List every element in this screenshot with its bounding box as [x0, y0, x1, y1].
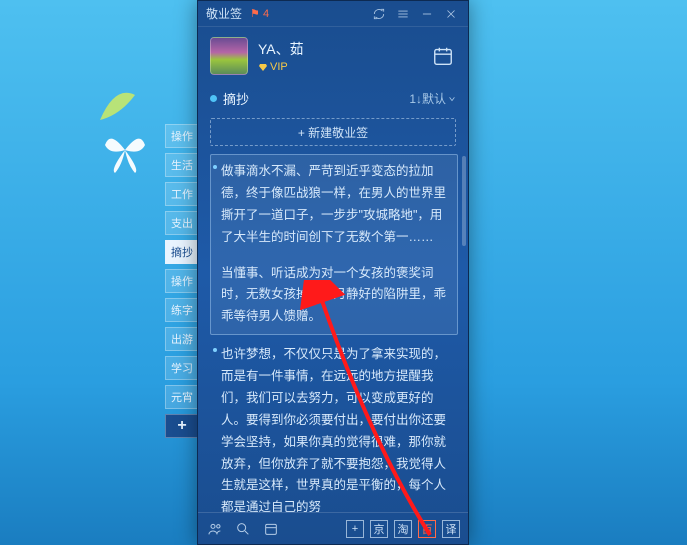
notification-flag[interactable]: ⚑ 4 [250, 7, 269, 20]
category-dot [210, 95, 217, 102]
sort-selector[interactable]: 1↓默认 [409, 90, 456, 107]
user-row: YA、茹 VIP [198, 27, 468, 83]
diamond-icon [258, 62, 268, 72]
shortcut-add[interactable]: + [346, 520, 364, 538]
shortcut-translate[interactable]: 译 [442, 520, 460, 538]
minimize-icon[interactable] [418, 5, 436, 23]
bullet-icon [213, 165, 217, 169]
note-item[interactable]: 也许梦想，不仅仅只是为了拿来实现的，而是有一件事情，在远远的地方提醒我们，我们可… [210, 337, 458, 512]
wallpaper-leaf [90, 80, 140, 130]
search-icon[interactable] [234, 520, 252, 538]
side-tab-5[interactable]: 操作 [165, 269, 199, 293]
close-icon[interactable] [442, 5, 460, 23]
shortcut-taobao[interactable]: 淘 [394, 520, 412, 538]
category-name[interactable]: 摘抄 [223, 89, 409, 108]
chevron-down-icon [448, 95, 456, 103]
note-text: 也许梦想，不仅仅只是为了拿来实现的，而是有一件事情，在远远的地方提醒我们，我们可… [221, 344, 449, 512]
shortcut-baidu[interactable]: 百 [418, 520, 436, 538]
flag-count: 4 [263, 8, 269, 20]
side-tab-1[interactable]: 生活 [165, 153, 199, 177]
note-item[interactable]: 做事滴水不漏、严苛到近乎变态的拉加德，终于像匹战狼一样，在男人的世界里撕开了一道… [210, 154, 458, 335]
side-tab-9[interactable]: 元宵 [165, 385, 199, 409]
note-text: 做事滴水不漏、严苛到近乎变态的拉加德，终于像匹战狼一样，在男人的世界里撕开了一道… [221, 161, 449, 249]
bullet-icon [213, 348, 217, 352]
note-list: 做事滴水不漏、严苛到近乎变态的拉加德，终于像匹战狼一样，在男人的世界里撕开了一道… [198, 154, 468, 512]
side-tab-3[interactable]: 支出 [165, 211, 199, 235]
calendar-icon[interactable] [430, 43, 456, 69]
calendar-small-icon[interactable] [262, 520, 280, 538]
scrollbar[interactable] [462, 156, 466, 510]
side-tab-add[interactable]: + [165, 414, 199, 438]
user-name: YA、茹 [258, 39, 430, 59]
wallpaper-butterfly [100, 125, 150, 175]
side-tab-6[interactable]: 练字 [165, 298, 199, 322]
scrollbar-thumb[interactable] [462, 156, 466, 246]
new-note-button[interactable]: + 新建敬业签 [210, 118, 456, 146]
titlebar: 敬业签 ⚑ 4 [198, 1, 468, 27]
avatar[interactable] [210, 37, 248, 75]
vip-badge: VIP [258, 61, 430, 73]
contacts-icon[interactable] [206, 520, 224, 538]
side-tab-0[interactable]: 操作 [165, 124, 199, 148]
sort-label: 1↓默认 [409, 90, 446, 107]
category-row: 摘抄 1↓默认 [198, 83, 468, 114]
category-side-tabs: 操作 生活 工作 支出 摘抄 操作 练字 出游 学习 元宵 + [165, 124, 199, 443]
shortcut-jd[interactable]: 京 [370, 520, 388, 538]
vip-text: VIP [270, 61, 288, 73]
side-tab-2[interactable]: 工作 [165, 182, 199, 206]
side-tab-7[interactable]: 出游 [165, 327, 199, 351]
side-tab-4[interactable]: 摘抄 [165, 240, 199, 264]
sync-icon[interactable] [370, 5, 388, 23]
app-title: 敬业签 [206, 5, 242, 22]
note-text: 当懂事、听话成为对一个女孩的褒奖词时，无数女孩掉进岁月静好的陷阱里，乖乖等待男人… [221, 263, 449, 329]
app-window: 敬业签 ⚑ 4 YA、茹 VIP 摘抄 1↓默认 + 新建敬业签 [197, 0, 469, 545]
menu-icon[interactable] [394, 5, 412, 23]
bottombar: + 京 淘 百 译 [198, 512, 468, 544]
side-tab-8[interactable]: 学习 [165, 356, 199, 380]
